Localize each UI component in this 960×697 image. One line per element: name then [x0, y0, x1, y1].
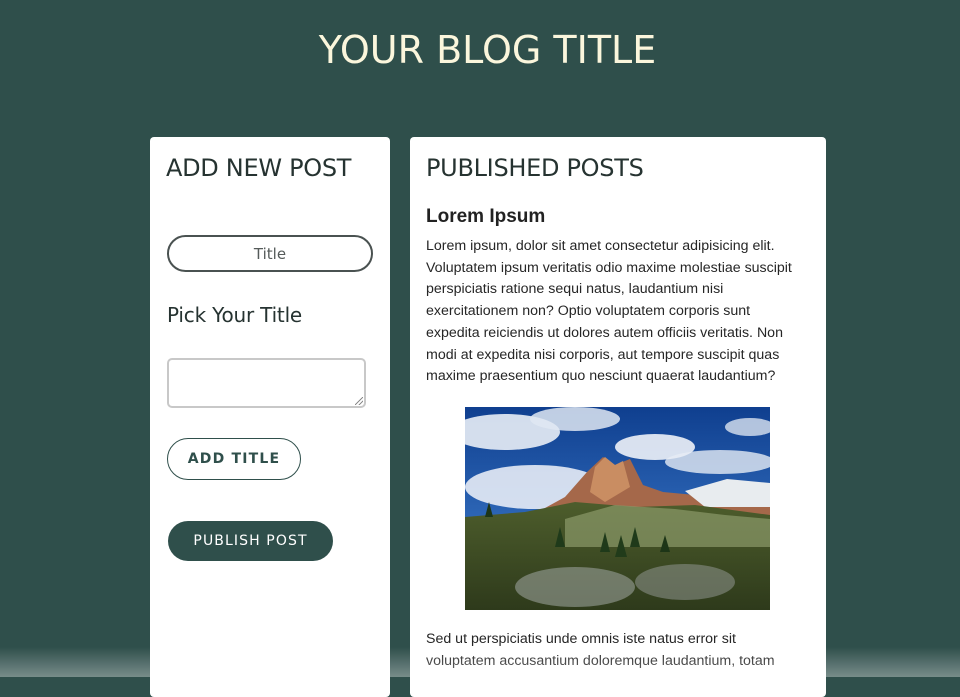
add-title-label: ADD TITLE: [188, 451, 281, 467]
pick-title-label: Pick Your Title: [167, 303, 302, 327]
add-post-heading: ADD NEW POST: [166, 154, 351, 182]
title-pill-label: Title: [254, 245, 286, 263]
published-posts-panel: PUBLISHED POSTS Lorem Ipsum Lorem ipsum,…: [410, 137, 826, 697]
publish-post-button[interactable]: PUBLISH POST: [168, 521, 333, 561]
add-post-panel: ADD NEW POST Title Pick Your Title ADD T…: [150, 137, 390, 697]
title-pill[interactable]: Title: [167, 235, 373, 272]
title-textarea[interactable]: [167, 358, 366, 408]
add-title-button[interactable]: ADD TITLE: [167, 438, 301, 480]
post-body-continued: Sed ut perspiciatis unde omnis iste natu…: [426, 629, 806, 672]
published-posts-heading: PUBLISHED POSTS: [426, 154, 644, 182]
blog-title: YOUR BLOG TITLE: [0, 28, 960, 72]
post-body: Lorem ipsum, dolor sit amet consectetur …: [426, 236, 806, 388]
post-title: Lorem Ipsum: [426, 206, 545, 228]
publish-post-label: PUBLISH POST: [193, 533, 307, 549]
resize-grip-icon[interactable]: [355, 397, 363, 405]
post-image: [465, 407, 770, 610]
